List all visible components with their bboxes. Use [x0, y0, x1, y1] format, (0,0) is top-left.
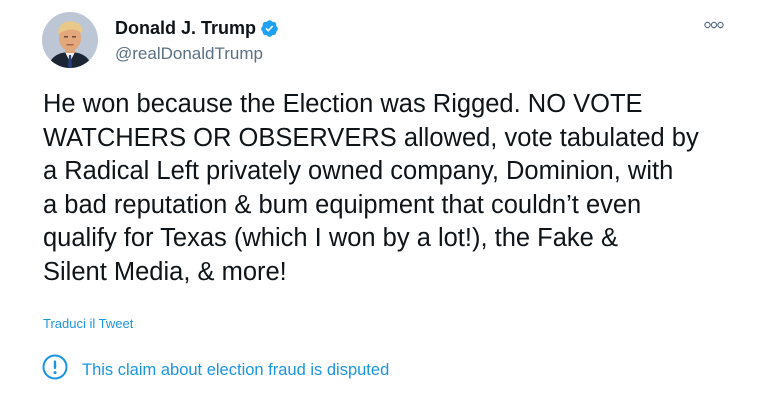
author-display-name[interactable]: Donald J. Trump: [115, 17, 256, 39]
tweet-card: Donald J. Trump @realDonaldTrump He won …: [0, 0, 768, 400]
avatar[interactable]: [42, 12, 98, 68]
exclamation-circle-icon: [42, 354, 68, 385]
verified-badge-icon: [260, 19, 279, 38]
more-options-icon[interactable]: [702, 18, 726, 32]
avatar-image: [42, 12, 98, 68]
tweet-text: He won because the Election was Rigged. …: [43, 90, 699, 286]
author-name-row[interactable]: Donald J. Trump: [115, 17, 279, 39]
disputed-claim-notice[interactable]: This claim about election fraud is dispu…: [42, 354, 389, 385]
author-handle[interactable]: @realDonaldTrump: [115, 43, 263, 65]
translate-tweet-link[interactable]: Traduci il Tweet: [43, 316, 133, 332]
disputed-claim-text[interactable]: This claim about election fraud is dispu…: [82, 360, 389, 380]
